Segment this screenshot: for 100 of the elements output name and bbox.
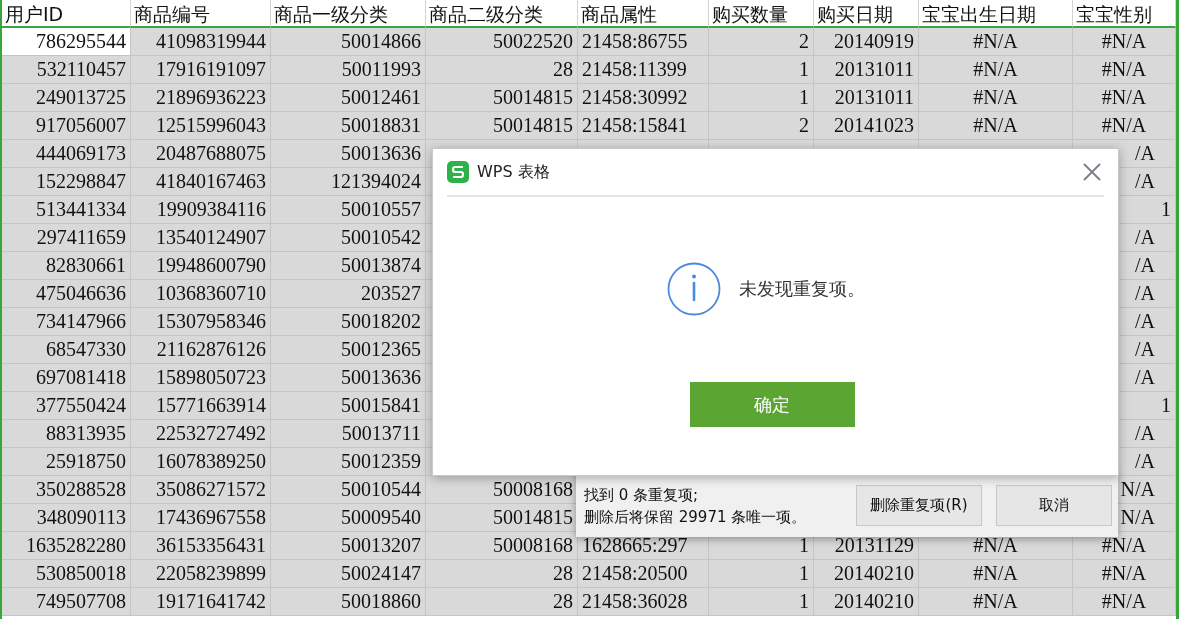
table-cell: #N/A	[919, 112, 1073, 140]
table-cell: 22058239899	[131, 560, 271, 588]
cancel-button[interactable]: 取消	[996, 485, 1112, 526]
table-cell: 1	[709, 56, 814, 84]
table-cell: #N/A	[1073, 28, 1176, 56]
table-cell: 249013725	[2, 84, 131, 112]
table-cell: 444069173	[2, 140, 131, 168]
table-cell: 21162876126	[131, 336, 271, 364]
table-cell: 17916191097	[131, 56, 271, 84]
column-header: 购买数量	[709, 0, 814, 28]
table-cell: 20131011	[814, 84, 919, 112]
table-cell: 50009540	[271, 504, 426, 532]
table-cell: #N/A	[1073, 532, 1176, 560]
table-cell: 1	[709, 560, 814, 588]
table-cell: 36153356431	[131, 532, 271, 560]
table-cell: #N/A	[919, 28, 1073, 56]
table-cell: 88313935	[2, 420, 131, 448]
table-cell: 50018831	[271, 112, 426, 140]
table-cell: 50014866	[271, 28, 426, 56]
table-cell: 21458:86755	[578, 28, 709, 56]
table-cell: 348090113	[2, 504, 131, 532]
table-cell: 15771663914	[131, 392, 271, 420]
dialog-message: 未发现重复项。	[738, 277, 865, 301]
table-cell: 475046636	[2, 280, 131, 308]
table-cell: 50008168	[426, 532, 578, 560]
table-cell: 50010557	[271, 196, 426, 224]
table-cell: 203527	[271, 280, 426, 308]
table-cell: 20140919	[814, 28, 919, 56]
table-cell: 530850018	[2, 560, 131, 588]
table-cell: 917056007	[2, 112, 131, 140]
table-cell: 50018202	[271, 308, 426, 336]
table-cell: 28	[426, 560, 578, 588]
table-cell: 50014815	[426, 112, 578, 140]
table-cell: 2	[709, 112, 814, 140]
table-cell: #N/A	[1073, 560, 1176, 588]
table-cell: 22532727492	[131, 420, 271, 448]
table-cell: 19909384116	[131, 196, 271, 224]
table-cell: 50010542	[271, 224, 426, 252]
table-cell: #N/A	[1073, 56, 1176, 84]
remove-duplicates-button[interactable]: 删除重复项(R)	[856, 485, 982, 526]
table-cell: 50013636	[271, 140, 426, 168]
table-cell: 15898050723	[131, 364, 271, 392]
table-cell: 50012461	[271, 84, 426, 112]
column-header: 商品一级分类	[271, 0, 426, 28]
table-cell: 121394024	[271, 168, 426, 196]
table-cell: 50022520	[426, 28, 578, 56]
column-header: 购买日期	[814, 0, 919, 28]
info-icon	[666, 262, 721, 316]
table-cell: 152298847	[2, 168, 131, 196]
message-text: 找到 0 条重复项;	[584, 484, 700, 505]
table-cell: 28	[426, 588, 578, 616]
app-logo-icon	[447, 161, 469, 183]
table-cell: 50011993	[271, 56, 426, 84]
table-cell: 12515996043	[131, 112, 271, 140]
table-cell: 82830661	[2, 252, 131, 280]
table-cell: 21458:30992	[578, 84, 709, 112]
table-cell: 10368360710	[131, 280, 271, 308]
table-cell: 50018860	[271, 588, 426, 616]
table-cell: 50024147	[271, 560, 426, 588]
table-cell: 749507708	[2, 588, 131, 616]
table-cell: 21458:20500	[578, 560, 709, 588]
table-cell: 532110457	[2, 56, 131, 84]
table-cell: 786295544	[2, 28, 131, 56]
table-cell: 50012359	[271, 448, 426, 476]
column-header: 用户ID	[2, 0, 131, 28]
table-cell: 20131011	[814, 56, 919, 84]
table-cell: 21458:11399	[578, 56, 709, 84]
table-cell: 50015841	[271, 392, 426, 420]
table-cell: 50012365	[271, 336, 426, 364]
table-cell: 50014815	[426, 84, 578, 112]
table-cell: 377550424	[2, 392, 131, 420]
table-cell: 17436967558	[131, 504, 271, 532]
table-cell: 50010544	[271, 476, 426, 504]
table-cell: 41840167463	[131, 168, 271, 196]
table-cell: 20487688075	[131, 140, 271, 168]
table-cell: #N/A	[1073, 112, 1176, 140]
table-cell: 20140210	[814, 588, 919, 616]
table-cell: #N/A	[1073, 84, 1176, 112]
table-cell: 50013711	[271, 420, 426, 448]
table-cell: 50013874	[271, 252, 426, 280]
table-cell: #N/A	[1073, 588, 1176, 616]
table-cell: 41098319944	[131, 28, 271, 56]
table-cell: 19171641742	[131, 588, 271, 616]
table-cell: 13540124907	[131, 224, 271, 252]
table-cell: 21458:36028	[578, 588, 709, 616]
table-cell: 2	[709, 28, 814, 56]
column-header: 商品属性	[578, 0, 709, 28]
table-cell: 25918750	[2, 448, 131, 476]
table-cell: #N/A	[919, 588, 1073, 616]
table-cell: 50013636	[271, 364, 426, 392]
dialog-title: WPS 表格	[477, 161, 551, 183]
table-cell: 513441334	[2, 196, 131, 224]
table-cell: 68547330	[2, 336, 131, 364]
table-cell: 21458:15841	[578, 112, 709, 140]
table-cell: 350288528	[2, 476, 131, 504]
table-cell: 697081418	[2, 364, 131, 392]
table-cell: 21896936223	[131, 84, 271, 112]
table-cell: 28	[426, 56, 578, 84]
table-cell: 297411659	[2, 224, 131, 252]
table-cell: 50013207	[271, 532, 426, 560]
